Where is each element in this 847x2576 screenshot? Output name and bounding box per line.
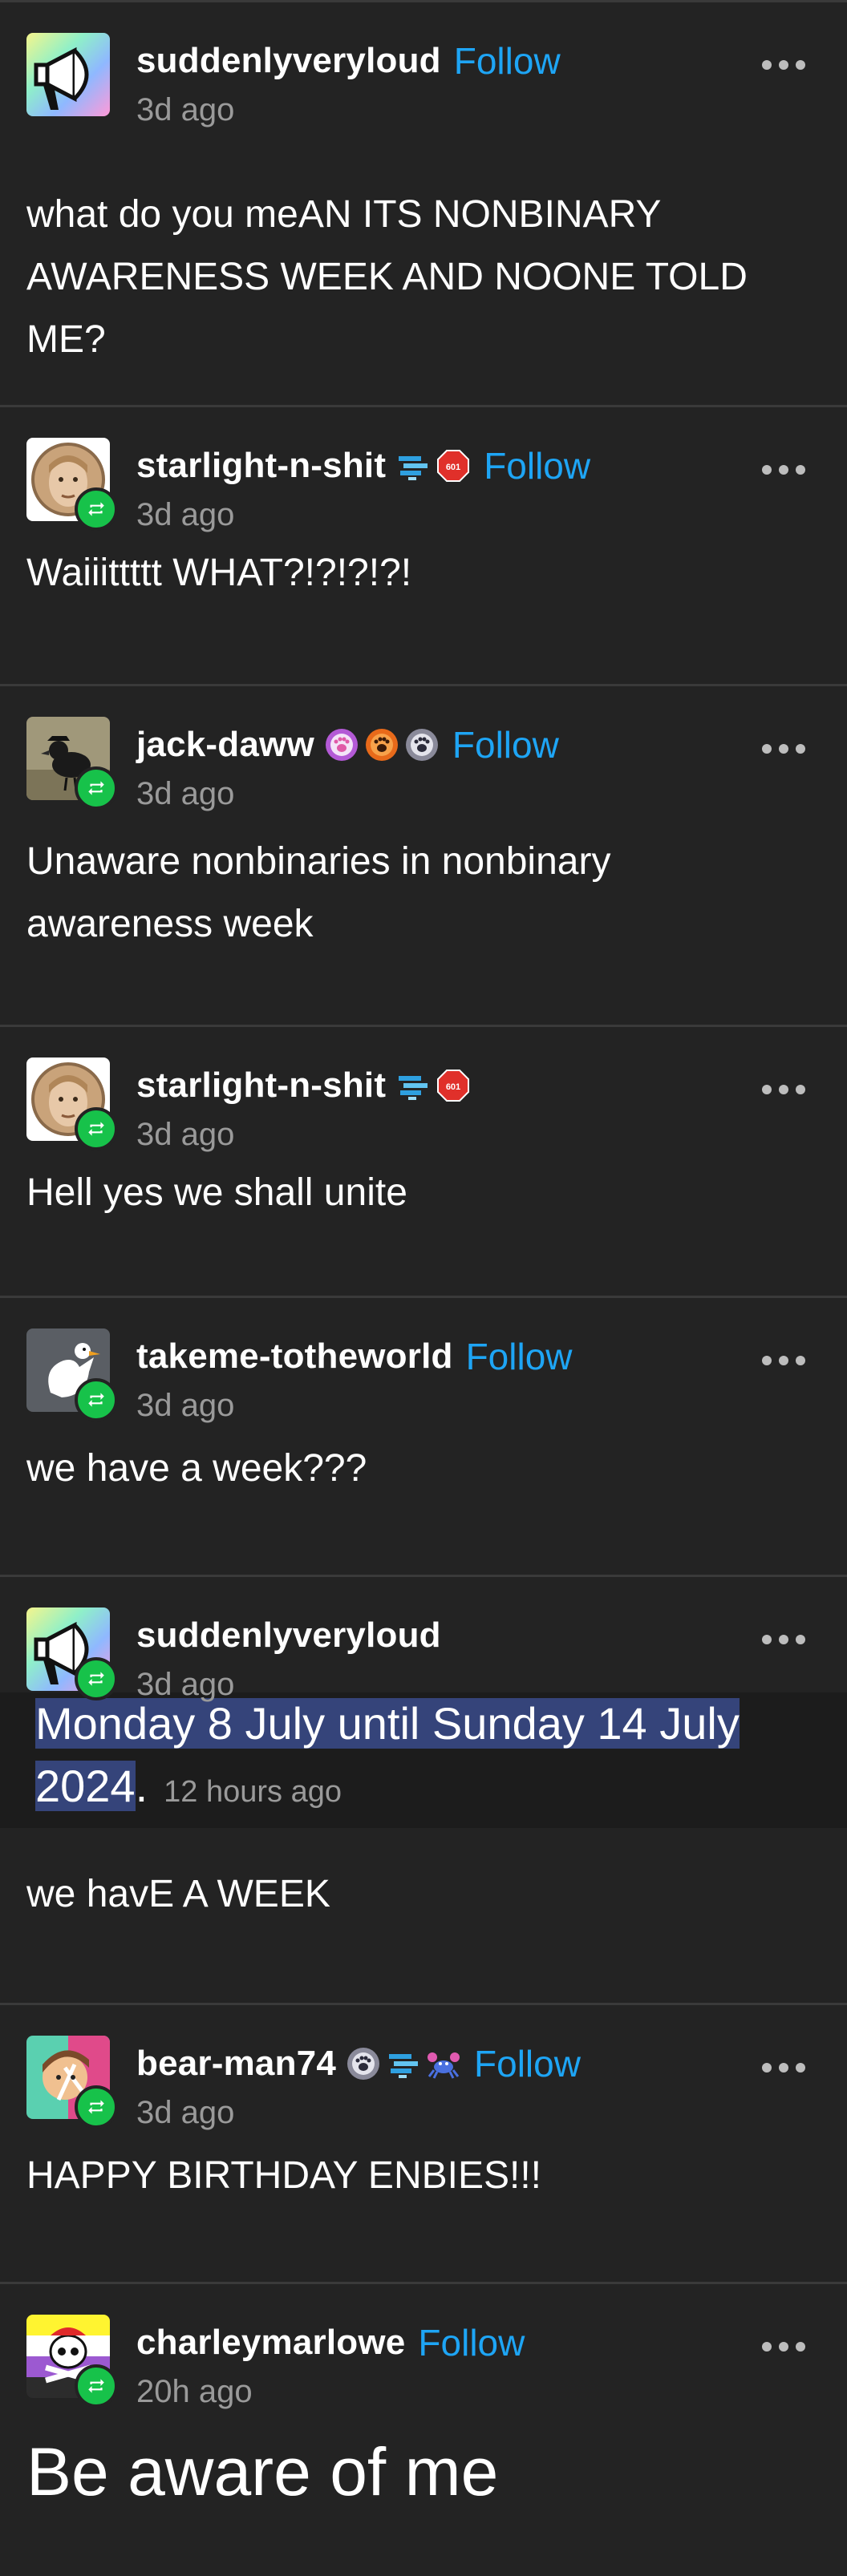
post-text: we have a week??? bbox=[26, 1447, 367, 1490]
more-options-icon[interactable] bbox=[762, 1356, 805, 1365]
more-options-icon[interactable] bbox=[762, 1085, 805, 1094]
post-text: Be aware of me bbox=[26, 2434, 499, 2509]
timestamp: 3d ago bbox=[136, 497, 235, 532]
username[interactable]: suddenlyveryloud bbox=[136, 1616, 441, 1656]
more-options-icon[interactable] bbox=[762, 60, 805, 70]
follow-button[interactable]: Follow bbox=[466, 1335, 573, 1378]
post-text: what do you meAN ITS NONBINARY AWARENESS… bbox=[26, 193, 748, 361]
avatar[interactable] bbox=[26, 2315, 118, 2408]
follow-button[interactable]: Follow bbox=[452, 723, 559, 766]
quote-period: . bbox=[135, 1761, 148, 1811]
sound-wave-badge-icon bbox=[389, 2054, 419, 2078]
avatar[interactable] bbox=[26, 2036, 118, 2129]
paw-badge-purple-icon bbox=[325, 729, 358, 761]
post-text: Hell yes we shall unite bbox=[26, 1171, 407, 1214]
post-text: we havE A WEEK bbox=[26, 1873, 330, 1915]
more-options-icon[interactable] bbox=[762, 2063, 805, 2073]
sound-wave-badge-icon bbox=[399, 1076, 428, 1100]
octagon-badge-icon: 601 bbox=[437, 1070, 470, 1102]
post-text: Unaware nonbinaries in nonbinary awarene… bbox=[26, 840, 611, 945]
timestamp: 3d ago bbox=[136, 1667, 235, 1702]
avatar[interactable] bbox=[26, 1607, 118, 1700]
username[interactable]: starlight-n-shit bbox=[136, 446, 386, 486]
reblog-icon bbox=[75, 1107, 118, 1151]
timestamp: 3d ago bbox=[136, 2095, 235, 2130]
timestamp: 20h ago bbox=[136, 2374, 253, 2409]
avatar[interactable] bbox=[26, 1057, 118, 1151]
more-options-icon[interactable] bbox=[762, 465, 805, 475]
post-text: Waiiittttt WHAT?!?!?!?! bbox=[26, 552, 412, 594]
username[interactable]: bear-man74 bbox=[136, 2044, 336, 2084]
reblog-icon bbox=[75, 487, 118, 531]
sound-wave-badge-icon bbox=[399, 456, 428, 480]
username[interactable]: starlight-n-shit bbox=[136, 1066, 386, 1106]
follow-button[interactable]: Follow bbox=[484, 444, 590, 487]
username[interactable]: charleymarlowe bbox=[136, 2323, 405, 2363]
avatar[interactable] bbox=[26, 33, 110, 116]
username[interactable]: jack-daww bbox=[136, 725, 314, 765]
post: charleymarlowe Follow 20h ago Be aware o… bbox=[0, 2284, 847, 2576]
more-options-icon[interactable] bbox=[762, 744, 805, 754]
timestamp: 3d ago bbox=[136, 92, 235, 127]
reblog-icon bbox=[75, 1657, 118, 1700]
post: suddenlyveryloud Follow 3d ago what do y… bbox=[0, 0, 847, 407]
follow-button[interactable]: Follow bbox=[474, 2042, 581, 2085]
paw-badge-grey-icon bbox=[347, 2048, 380, 2080]
quote-timestamp: 12 hours ago bbox=[164, 1775, 342, 1809]
post: jack-daww Follow 3d ago Unaware nonbinar… bbox=[0, 686, 847, 1027]
timestamp: 3d ago bbox=[136, 1388, 235, 1423]
octagon-badge-label: 601 bbox=[446, 463, 460, 472]
reblog-icon bbox=[75, 1378, 118, 1421]
post: starlight-n-shit 601 3d ago Hell yes we … bbox=[0, 1027, 847, 1298]
octagon-badge-icon: 601 bbox=[437, 450, 470, 482]
username[interactable]: suddenlyveryloud bbox=[136, 41, 441, 81]
avatar[interactable] bbox=[26, 438, 118, 531]
timestamp: 3d ago bbox=[136, 1117, 235, 1152]
reblog-icon bbox=[75, 2085, 118, 2129]
timestamp: 3d ago bbox=[136, 776, 235, 811]
octagon-badge-label: 601 bbox=[446, 1082, 460, 1092]
avatar[interactable] bbox=[26, 1328, 118, 1421]
reblog-icon bbox=[75, 2364, 118, 2408]
post: bear-man74 Follow 3d ago HAPPY BIRTHDAY … bbox=[0, 2005, 847, 2284]
paw-badge-orange-icon bbox=[365, 729, 398, 761]
post: takeme-totheworld Follow 3d ago we have … bbox=[0, 1298, 847, 1577]
username[interactable]: takeme-totheworld bbox=[136, 1337, 453, 1377]
avatar[interactable] bbox=[26, 717, 118, 810]
post-text: HAPPY BIRTHDAY ENBIES!!! bbox=[26, 2154, 541, 2197]
post: suddenlyveryloud 3d ago Monday 8 July un… bbox=[0, 1577, 847, 2005]
post: starlight-n-shit 601 Follow 3d ago Waiii… bbox=[0, 407, 847, 686]
paw-badge-grey-icon bbox=[405, 729, 438, 761]
more-options-icon[interactable] bbox=[762, 2342, 805, 2352]
crab-badge-icon bbox=[428, 2052, 460, 2079]
follow-button[interactable]: Follow bbox=[454, 39, 561, 83]
follow-button[interactable]: Follow bbox=[418, 2321, 525, 2364]
more-options-icon[interactable] bbox=[762, 1635, 805, 1644]
reblog-icon bbox=[75, 766, 118, 810]
quoted-block: Monday 8 July until Sunday 14 July 2024.… bbox=[0, 1692, 847, 1828]
